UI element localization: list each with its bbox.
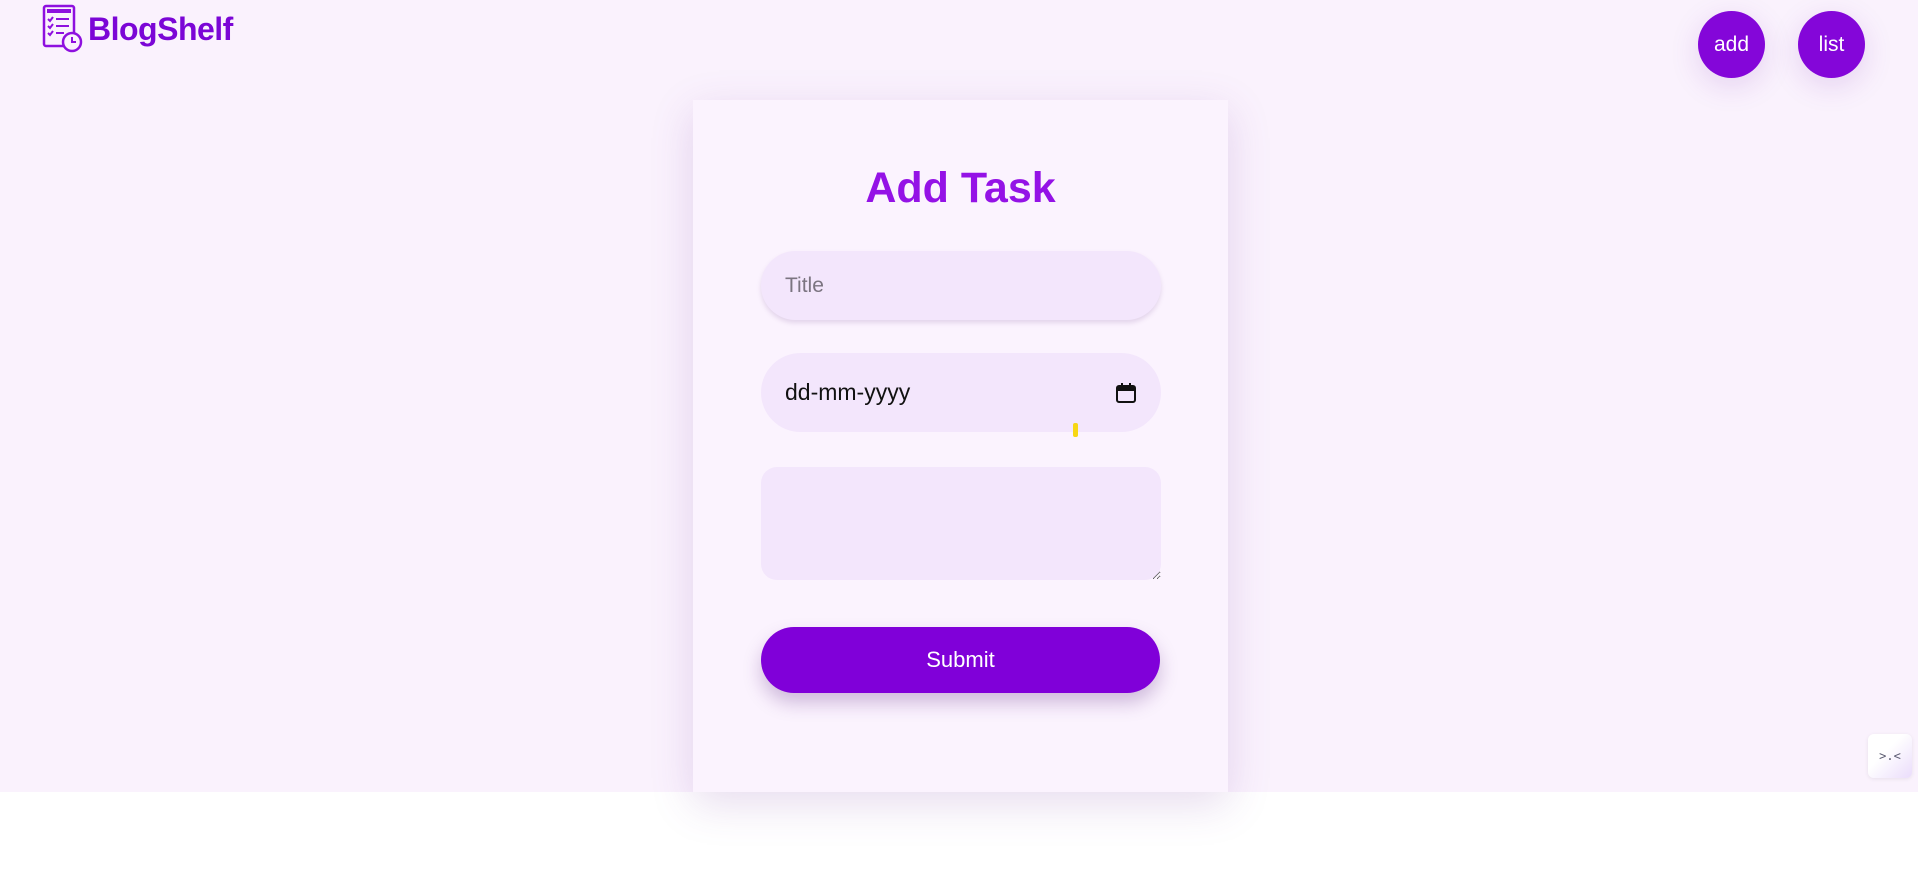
title-input[interactable]: [761, 251, 1161, 320]
date-input-text: dd-mm-yyyy: [785, 379, 911, 405]
floating-helper-widget[interactable]: >.<: [1868, 734, 1912, 778]
brand-name: BlogShelf: [88, 11, 233, 47]
submit-button[interactable]: Submit: [761, 627, 1160, 693]
nav-add-button[interactable]: add: [1698, 11, 1765, 78]
brand-logo[interactable]: BlogShelf: [42, 4, 233, 54]
date-input[interactable]: dd-mm-yyyy: [761, 353, 1161, 432]
calendar-icon[interactable]: [1115, 382, 1137, 404]
checklist-clock-icon: [42, 4, 83, 53]
description-textarea[interactable]: [761, 467, 1161, 580]
nav-list-button[interactable]: list: [1798, 11, 1865, 78]
mouse-cursor-indicator: [1073, 423, 1078, 437]
helper-face-icon: >.<: [1879, 749, 1901, 763]
page-title: Add Task: [865, 164, 1056, 212]
